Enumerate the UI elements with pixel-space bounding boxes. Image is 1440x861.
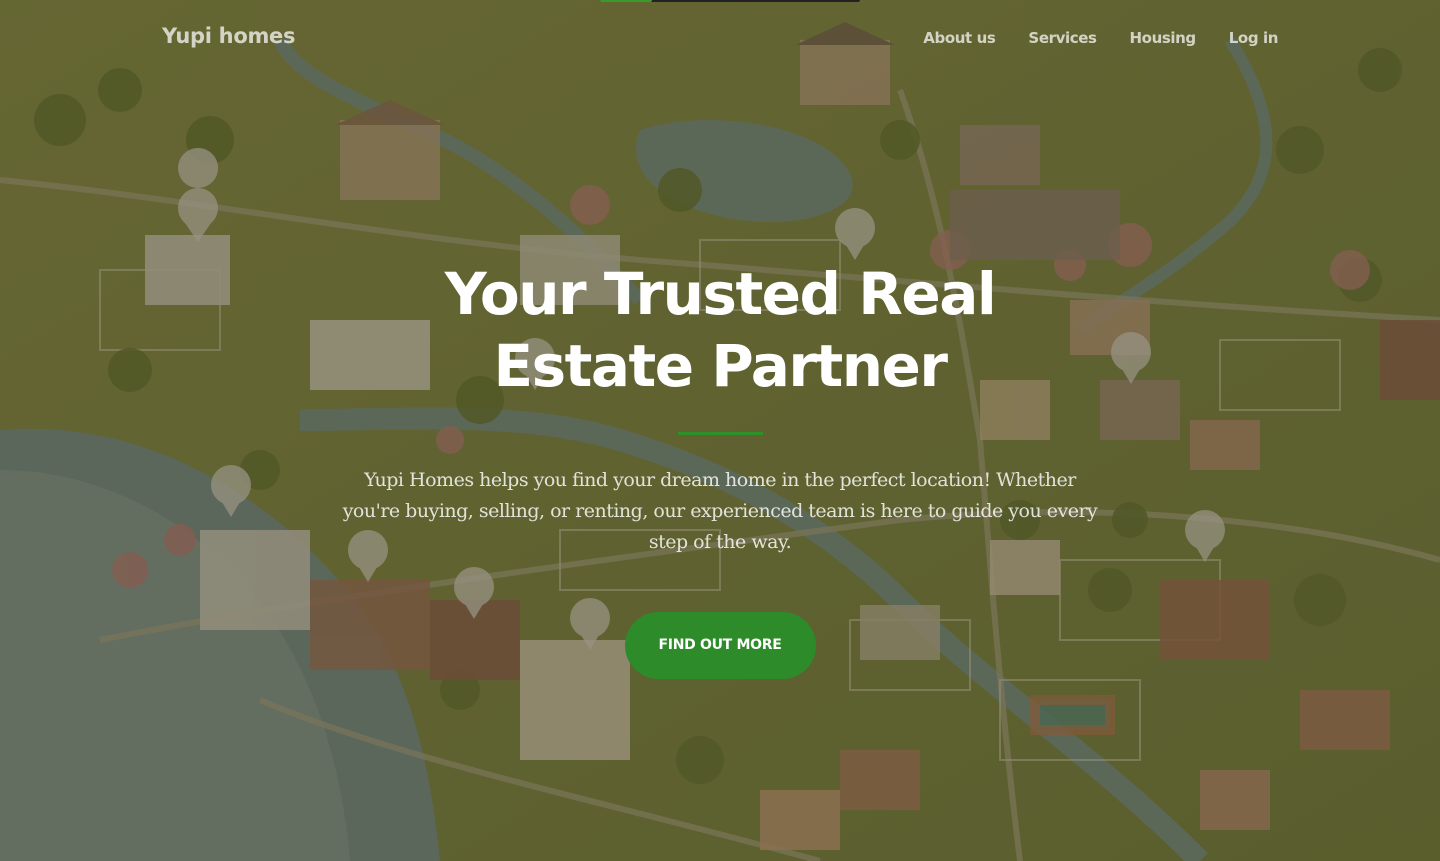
nav-item-services: Services xyxy=(1028,28,1096,47)
nav-link-about-us[interactable]: About us xyxy=(923,29,996,47)
brand-logo-link[interactable]: Yupi homes xyxy=(162,24,295,48)
nav-item-login: Log in xyxy=(1229,28,1279,47)
hero-lead-text: Yupi Homes helps you find your dream hom… xyxy=(342,469,1098,553)
hero-content: Your Trusted Real Estate Partner Yupi Ho… xyxy=(0,258,1440,679)
hero-section: Yupi homes About us Services Housing Log… xyxy=(0,0,1440,861)
nav-item-housing: Housing xyxy=(1130,28,1197,47)
nav-link-services[interactable]: Services xyxy=(1028,29,1096,47)
hero-headline: Your Trusted Real Estate Partner xyxy=(444,260,997,400)
headline-divider xyxy=(677,432,763,435)
find-out-more-button[interactable]: FIND OUT MORE xyxy=(624,612,816,679)
nav-item-about: About us xyxy=(923,28,996,47)
nav-links: About us Services Housing Log in xyxy=(890,28,1278,47)
nav-link-log-in[interactable]: Log in xyxy=(1229,29,1279,47)
nav-link-housing[interactable]: Housing xyxy=(1130,29,1197,47)
top-navbar: Yupi homes About us Services Housing Log… xyxy=(0,0,1440,80)
